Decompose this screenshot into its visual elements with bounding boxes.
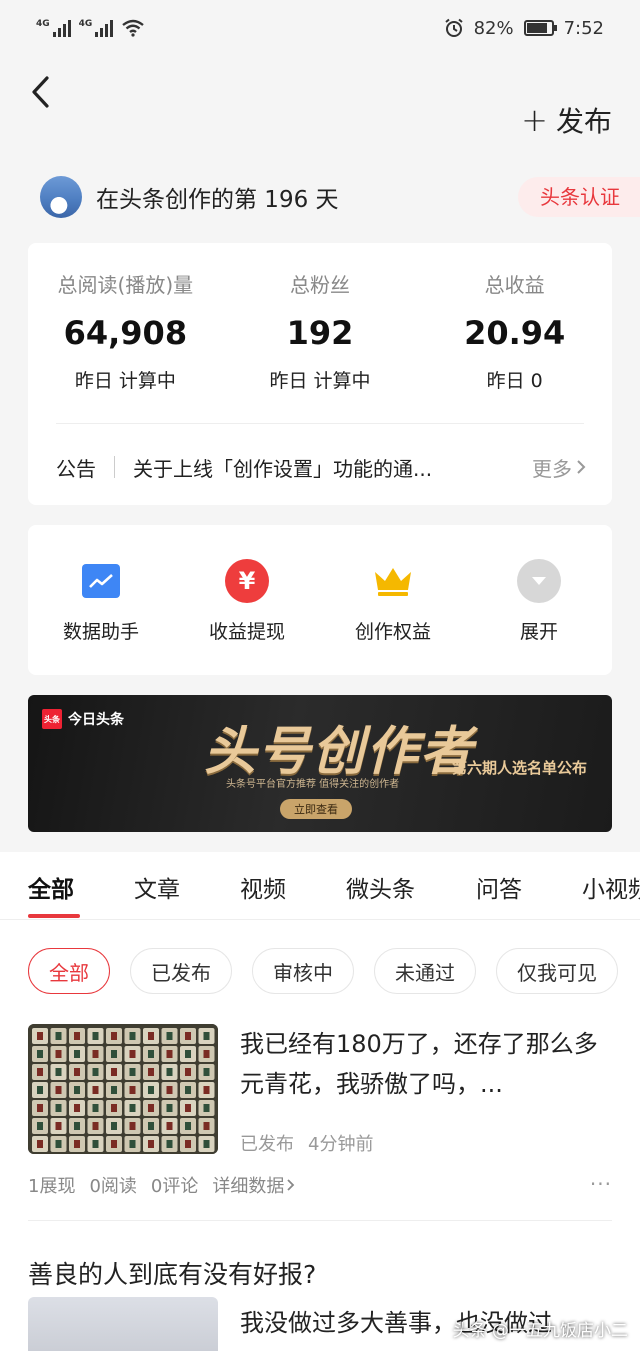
stat-value: 64,908 [63, 314, 188, 352]
tool-creator-rights[interactable]: 创作权益 [320, 525, 466, 675]
tab-articles[interactable]: 文章 [134, 870, 180, 904]
battery-fill [526, 23, 547, 33]
chevron-right-icon [577, 460, 586, 474]
reads-count: 0阅读 [89, 1176, 137, 1197]
filter-all[interactable]: 全部 [28, 948, 110, 994]
impressions-count: 1展现 [28, 1176, 76, 1197]
plus-icon: + [521, 101, 548, 139]
cellular-signal-2-icon: 4G [79, 19, 114, 37]
more-label: 更多 [532, 456, 572, 481]
content-tabs: 全部 文章 视频 微头条 问答 小视频 [0, 852, 640, 920]
tab-micro-posts[interactable]: 微头条 [346, 870, 415, 904]
mahjong-tiles-image [28, 1024, 218, 1154]
publish-button[interactable]: + 发布 [521, 100, 612, 140]
status-filters: 全部 已发布 审核中 未通过 仅我可见 [28, 948, 618, 994]
filter-reviewing[interactable]: 审核中 [252, 948, 354, 994]
stat-label: 总粉丝 [290, 273, 350, 297]
stat-total-reads[interactable]: 总阅读(播放)量 64,908 昨日 计算中 [28, 269, 223, 393]
stats-card: 总阅读(播放)量 64,908 昨日 计算中 总粉丝 192 昨日 计算中 总收… [28, 243, 612, 505]
clock: 7:52 [563, 17, 604, 39]
article-title[interactable]: 我已经有180万了，还存了那么多元青花，我骄傲了吗，... [240, 1024, 612, 1104]
article-thumbnail [28, 1024, 218, 1154]
watermark: 头条 @一五九饭店小二 [452, 1321, 628, 1341]
publish-label: 发布 [555, 105, 612, 138]
stat-label: 总收益 [484, 273, 545, 297]
banner-cta-button[interactable]: 立即查看 [280, 799, 352, 819]
tab-qa[interactable]: 问答 [476, 870, 522, 904]
detail-data-link[interactable]: 详细数据 [212, 1172, 295, 1198]
announcement-label: 公告 [56, 456, 96, 481]
article-title[interactable]: 善良的人到底有没有好报? [28, 1255, 316, 1291]
article-status: 已发布 [240, 1134, 294, 1155]
announcement-row[interactable]: 公告 关于上线「创作设置」功能的通... 更多 [56, 447, 586, 487]
tool-income-withdraw[interactable]: ¥ 收益提现 [174, 525, 320, 675]
stats-row: 总阅读(播放)量 64,908 昨日 计算中 总粉丝 192 昨日 计算中 总收… [28, 243, 612, 393]
chart-icon [79, 559, 123, 603]
divider [114, 456, 115, 478]
more-options-button[interactable]: ··· [590, 1172, 612, 1196]
announcement-text[interactable]: 关于上线「创作设置」功能的通... [133, 453, 520, 482]
battery-icon [523, 20, 557, 36]
stat-value: 192 [286, 314, 354, 352]
stat-sub: 昨日 0 [486, 370, 543, 392]
chevron-right-icon [287, 1179, 295, 1191]
filter-published[interactable]: 已发布 [130, 948, 232, 994]
alarm-icon [444, 18, 463, 37]
status-left: 4G 4G [36, 19, 145, 37]
stat-sub: 昨日 计算中 [74, 370, 176, 392]
tool-label: 展开 [519, 621, 558, 643]
tool-data-assistant[interactable]: 数据助手 [28, 525, 174, 675]
stat-total-fans[interactable]: 总粉丝 192 昨日 计算中 [223, 269, 418, 393]
detail-label: 详细数据 [212, 1176, 285, 1197]
active-tab-indicator [28, 914, 80, 918]
expand-icon [517, 559, 561, 603]
tab-all[interactable]: 全部 [28, 870, 74, 904]
banner-subtitle: 头条号平台官方推荐 值得关注的创作者 [226, 779, 400, 790]
certification-badge[interactable]: 头条认证 [518, 177, 640, 217]
creator-days-text: 在头条创作的第 196 天 [96, 187, 339, 213]
tab-videos[interactable]: 视频 [240, 870, 286, 904]
status-bar: 4G 4G 82% 7:52 [0, 0, 640, 56]
status-right: 82% 7:52 [444, 18, 604, 39]
crown-icon [371, 559, 415, 603]
article-time: 4分钟前 [308, 1134, 374, 1155]
brand-logo: 头条 今日头条 [42, 709, 124, 729]
brand-name: 今日头条 [68, 712, 124, 728]
toutiao-logo-icon: 头条 [42, 709, 62, 729]
banner-note: 第六期人选名单公布 [452, 759, 588, 777]
tab-short-videos[interactable]: 小视频 [582, 870, 640, 904]
back-button[interactable] [20, 70, 60, 114]
signal-2-label: 4G [78, 19, 93, 29]
list-item[interactable]: 我已经有180万了，还存了那么多元青花，我骄傲了吗，... 已发布 4分钟前 1… [28, 1024, 612, 1200]
tools-card: 数据助手 ¥ 收益提现 创作权益 展开 [28, 525, 612, 675]
stat-label: 总阅读(播放)量 [57, 273, 194, 297]
stat-total-income[interactable]: 总收益 20.94 昨日 0 [417, 269, 612, 393]
tool-label: 收益提现 [208, 621, 285, 643]
filter-private[interactable]: 仅我可见 [496, 948, 618, 994]
avatar[interactable] [40, 176, 82, 218]
chevron-left-icon [32, 76, 49, 108]
creator-row: 在头条创作的第 196 天 头条认证 [40, 175, 640, 219]
divider [28, 1220, 612, 1221]
battery-percent: 82% [473, 17, 514, 39]
comments-count: 0评论 [150, 1176, 199, 1197]
content-list: 全部 文章 视频 微头条 问答 小视频 全部 已发布 审核中 未通过 仅我可见 … [0, 852, 640, 1351]
tool-label: 创作权益 [354, 621, 431, 643]
article-thumbnail [28, 1297, 218, 1351]
yuan-icon: ¥ [225, 559, 269, 603]
announcement-more-link[interactable]: 更多 [532, 453, 586, 482]
wifi-icon [122, 19, 145, 37]
creator-banner[interactable]: 头条 今日头条 头号创作者 头条号平台官方推荐 值得关注的创作者 第六期人选名单… [28, 695, 612, 832]
article-stats: 1展现 0阅读 0评论 详细数据 ··· [28, 1172, 612, 1198]
tool-expand[interactable]: 展开 [466, 525, 612, 675]
stat-sub: 昨日 计算中 [269, 370, 371, 392]
divider [56, 423, 584, 424]
stat-value: 20.94 [464, 314, 566, 352]
filter-rejected[interactable]: 未通过 [374, 948, 476, 994]
banner-headline: 头号创作者 [204, 721, 475, 782]
article-meta: 已发布 4分钟前 [240, 1130, 373, 1156]
signal-1-label: 4G [36, 19, 50, 29]
tool-label: 数据助手 [62, 621, 139, 643]
cellular-signal-1-icon: 4G [36, 19, 71, 37]
